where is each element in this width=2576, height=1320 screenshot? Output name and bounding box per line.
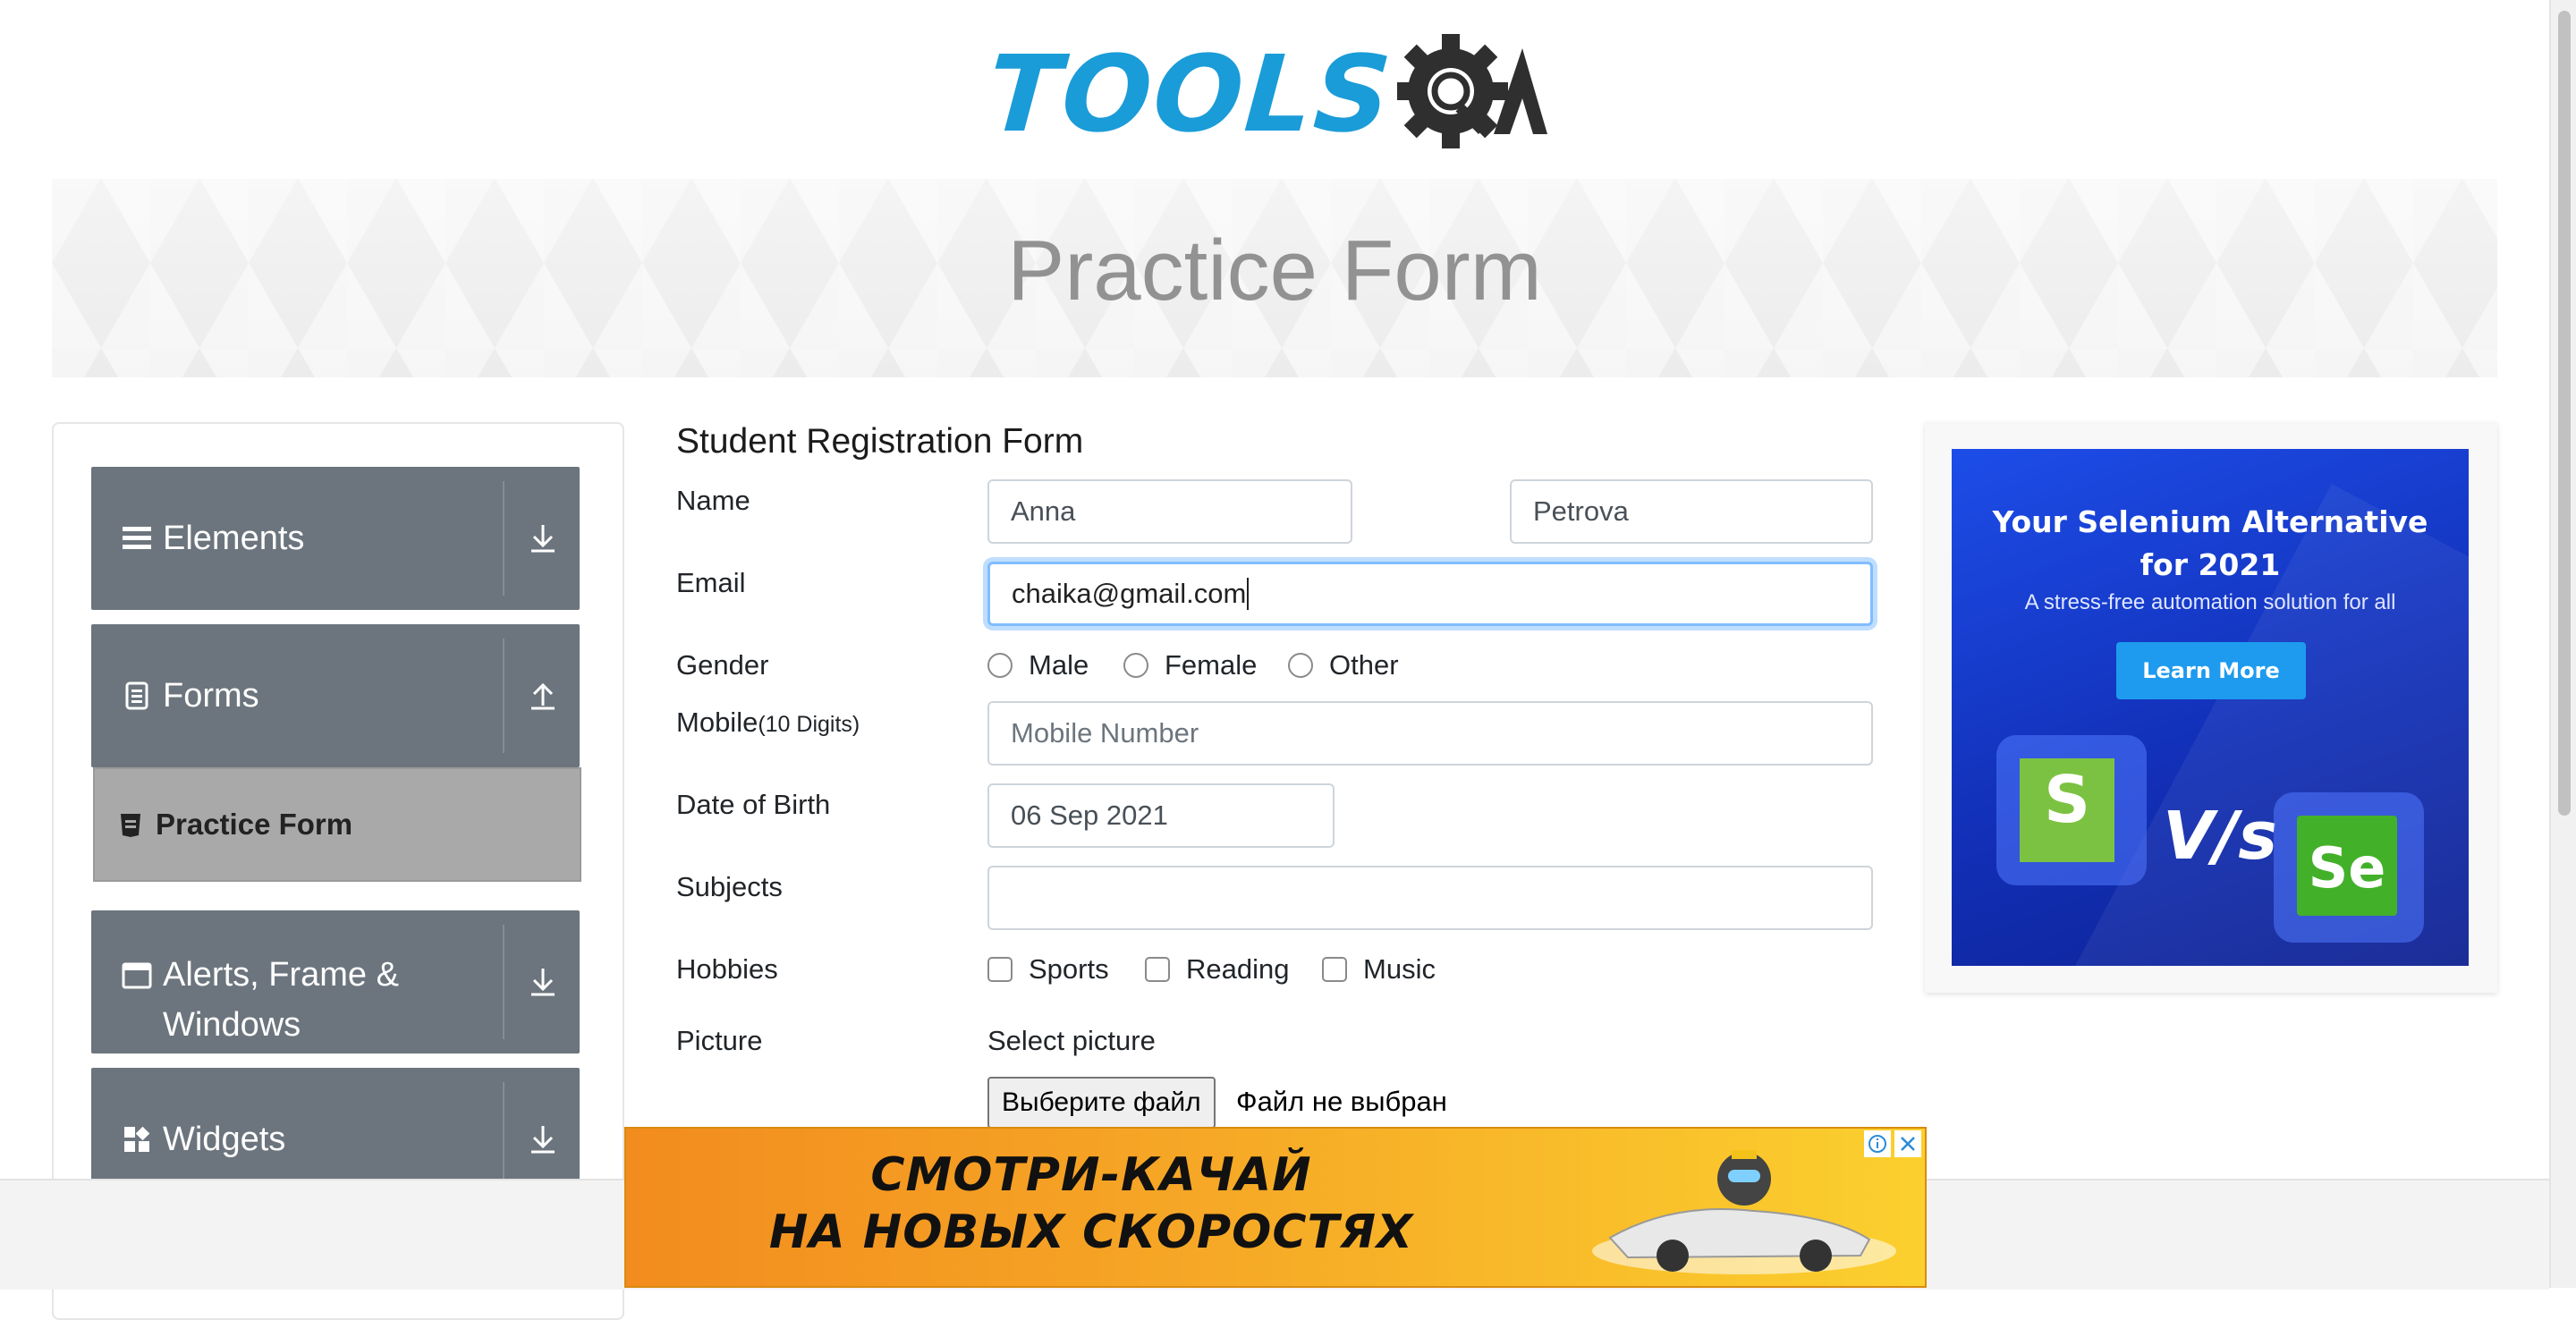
hobby-checkbox-music[interactable]: Music	[1322, 953, 1436, 986]
selenium-logo: Se	[2274, 792, 2424, 943]
sidebar-group-elements[interactable]: Elements	[91, 467, 580, 610]
window-icon	[122, 960, 152, 991]
ad-title-line1: Your Selenium Alternative	[1992, 504, 2428, 539]
widgets-icon	[122, 1124, 152, 1155]
dob-value: 06 Sep 2021	[1011, 800, 1168, 831]
email-label: Email	[676, 567, 746, 598]
divider	[503, 481, 504, 596]
info-icon[interactable]	[1864, 1130, 1891, 1157]
sidebar-item-practice-form[interactable]: Practice Form	[93, 767, 581, 882]
hobby-option-label: Reading	[1186, 953, 1290, 985]
scrollbar[interactable]	[2549, 0, 2576, 1288]
ad-controls	[1864, 1130, 1921, 1157]
choose-file-button[interactable]: Выберите файл	[987, 1077, 1216, 1129]
last-name-input[interactable]: Petrova	[1510, 479, 1873, 544]
sidebar-group-label: Forms	[163, 677, 259, 715]
radio-button[interactable]	[1123, 653, 1148, 678]
hobby-option-label: Sports	[1029, 953, 1109, 985]
gender-option-label: Female	[1165, 649, 1258, 681]
ad-bottom-line1: СМОТРИ-КАЧАЙ	[870, 1148, 1312, 1202]
close-icon[interactable]	[1894, 1130, 1921, 1157]
toolsqa-logo[interactable]: TOOLS	[984, 27, 1570, 161]
katalon-logo: S	[1996, 735, 2147, 885]
file-status: Файл не выбран	[1236, 1086, 1447, 1117]
hobby-checkbox-reading[interactable]: Reading	[1145, 953, 1289, 986]
ad-title-line2: for 2021	[2140, 547, 2281, 582]
learn-more-button[interactable]: Learn More	[2116, 642, 2306, 699]
gender-radio-female[interactable]: Female	[1123, 649, 1257, 681]
gender-option-label: Other	[1329, 649, 1399, 681]
mobile-placeholder: Mobile Number	[1011, 717, 1199, 749]
divider	[503, 639, 504, 753]
scrollbar-thumb[interactable]	[2558, 11, 2571, 816]
checkbox[interactable]	[1322, 957, 1347, 982]
download-icon[interactable]	[521, 960, 565, 1004]
mobile-label: Mobile(10 Digits)	[676, 707, 860, 739]
selenium-logo-text: Se	[2308, 835, 2386, 901]
mobile-label-text: Mobile	[676, 707, 758, 738]
name-label: Name	[676, 485, 750, 516]
first-name-value: Anna	[1011, 495, 1076, 527]
ad-card-right: Your Selenium Alternative for 2021 A str…	[1925, 422, 2497, 993]
date-of-birth-input[interactable]: 06 Sep 2021	[987, 783, 1335, 848]
logo-text: TOOLS	[984, 32, 1397, 156]
car-illustration	[1592, 1150, 1896, 1274]
document-icon	[122, 681, 152, 711]
sidebar-item-label: Practice Form	[156, 808, 353, 841]
last-name-value: Petrova	[1533, 495, 1629, 527]
email-input[interactable]: chaika@gmail.com	[987, 562, 1873, 626]
ad-vs-text: V/s	[2163, 798, 2278, 875]
checkbox[interactable]	[987, 957, 1013, 982]
katalon-logo-text: S	[2044, 762, 2090, 837]
gender-option-label: Male	[1029, 649, 1089, 681]
ad-bottom-line2: НА НОВЫХ СКОРОСТЯХ	[768, 1206, 1414, 1259]
gender-radio-other[interactable]: Other	[1288, 649, 1399, 681]
picture-prompt: Select picture	[987, 1025, 1156, 1056]
hobbies-label: Hobbies	[676, 953, 778, 985]
radio-button[interactable]	[1288, 653, 1313, 678]
mobile-input[interactable]: Mobile Number	[987, 701, 1873, 766]
hobby-checkbox-sports[interactable]: Sports	[987, 953, 1109, 986]
form-title: Student Registration Form	[676, 422, 1084, 461]
sidebar-group-label: Alerts, Frame & Windows	[163, 956, 399, 1044]
email-value: chaika@gmail.com	[1012, 578, 1247, 609]
gender-radio-male[interactable]: Male	[987, 649, 1089, 681]
text-cursor	[1247, 578, 1250, 610]
upload-icon[interactable]	[521, 673, 565, 718]
subjects-input[interactable]	[987, 866, 1873, 930]
download-icon[interactable]	[521, 1117, 565, 1162]
checkbox[interactable]	[1145, 957, 1170, 982]
download-icon[interactable]	[521, 516, 565, 561]
sidebar-group-label: Elements	[163, 520, 305, 557]
dob-label: Date of Birth	[676, 789, 831, 820]
gear-magnifier-icon	[1397, 34, 1548, 148]
sidebar-group-forms[interactable]: Forms	[91, 624, 580, 767]
page-banner: Practice Form	[52, 179, 2497, 377]
hobby-option-label: Music	[1363, 953, 1436, 985]
header: TOOLS	[0, 0, 2549, 179]
first-name-input[interactable]: Anna	[987, 479, 1352, 544]
sidebar-group-label: Widgets	[163, 1121, 286, 1158]
picture-label: Picture	[676, 1025, 763, 1056]
gender-label: Gender	[676, 649, 769, 681]
sidebar-group-alerts[interactable]: Alerts, Frame & Windows	[91, 910, 580, 1053]
page-title: Practice Form	[1007, 223, 1542, 318]
ad-banner-right[interactable]: Your Selenium Alternative for 2021 A str…	[1952, 449, 2469, 966]
radio-button[interactable]	[987, 653, 1013, 678]
ad-subtitle: A stress-free automation solution for al…	[2024, 590, 2396, 614]
mobile-hint: (10 Digits)	[758, 712, 860, 737]
list-icon	[122, 523, 152, 554]
ad-title: Your Selenium Alternative for 2021	[1952, 501, 2469, 587]
divider	[503, 925, 504, 1039]
ad-banner-bottom[interactable]: СМОТРИ-КАЧАЙ НА НОВЫХ СКОРОСТЯХ	[624, 1127, 1927, 1288]
subjects-label: Subjects	[676, 871, 783, 902]
form-icon	[121, 814, 140, 837]
